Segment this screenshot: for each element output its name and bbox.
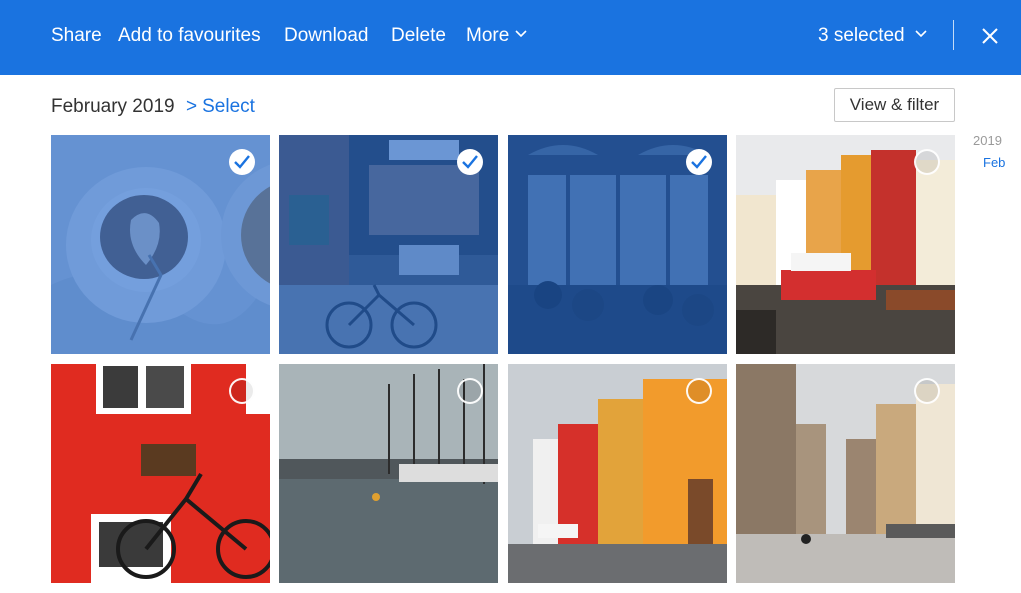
toolbar-divider	[953, 20, 954, 50]
photo-tile[interactable]	[51, 135, 270, 354]
more-label: More	[466, 25, 510, 46]
photo-tile[interactable]	[508, 364, 727, 583]
delete-button[interactable]: Delete	[391, 24, 446, 48]
photo-tile[interactable]	[736, 135, 955, 354]
add-to-favourites-button[interactable]: Add to favourites	[118, 24, 261, 48]
view-filter-button[interactable]: View & filter	[834, 88, 955, 122]
selected-checkmark[interactable]	[229, 149, 255, 175]
photo-tile[interactable]	[508, 135, 727, 354]
unselected-checkbox[interactable]	[457, 378, 483, 404]
selected-count-label: 3 selected	[818, 25, 905, 46]
share-button[interactable]: Share	[51, 24, 102, 48]
download-button[interactable]: Download	[284, 24, 369, 48]
photo-tile[interactable]	[736, 364, 955, 583]
photo-tile[interactable]	[279, 364, 498, 583]
unselected-checkbox[interactable]	[229, 378, 255, 404]
close-icon[interactable]	[978, 24, 1002, 48]
chevron-down-icon	[515, 30, 527, 38]
unselected-checkbox[interactable]	[914, 149, 940, 175]
select-label: Select	[202, 96, 255, 117]
month-heading: February 2019	[51, 96, 175, 117]
unselected-checkbox[interactable]	[914, 378, 940, 404]
timeline-year[interactable]: 2019	[973, 133, 1002, 148]
check-icon	[462, 155, 478, 169]
photo-tile[interactable]	[51, 364, 270, 583]
selected-count-dropdown[interactable]: 3 selected	[818, 24, 927, 48]
selected-checkmark[interactable]	[686, 149, 712, 175]
check-icon	[234, 155, 250, 169]
more-menu-button[interactable]: More	[466, 24, 527, 48]
selection-toolbar: Share Add to favourites Download Delete …	[0, 0, 1021, 75]
select-month-link[interactable]: > Select	[186, 95, 255, 119]
selected-checkmark[interactable]	[457, 149, 483, 175]
chevron-right-icon: >	[186, 96, 198, 117]
photo-tile[interactable]	[279, 135, 498, 354]
chevron-down-icon	[915, 30, 927, 38]
unselected-checkbox[interactable]	[686, 378, 712, 404]
check-icon	[691, 155, 707, 169]
timeline-month[interactable]: Feb	[983, 155, 1005, 170]
